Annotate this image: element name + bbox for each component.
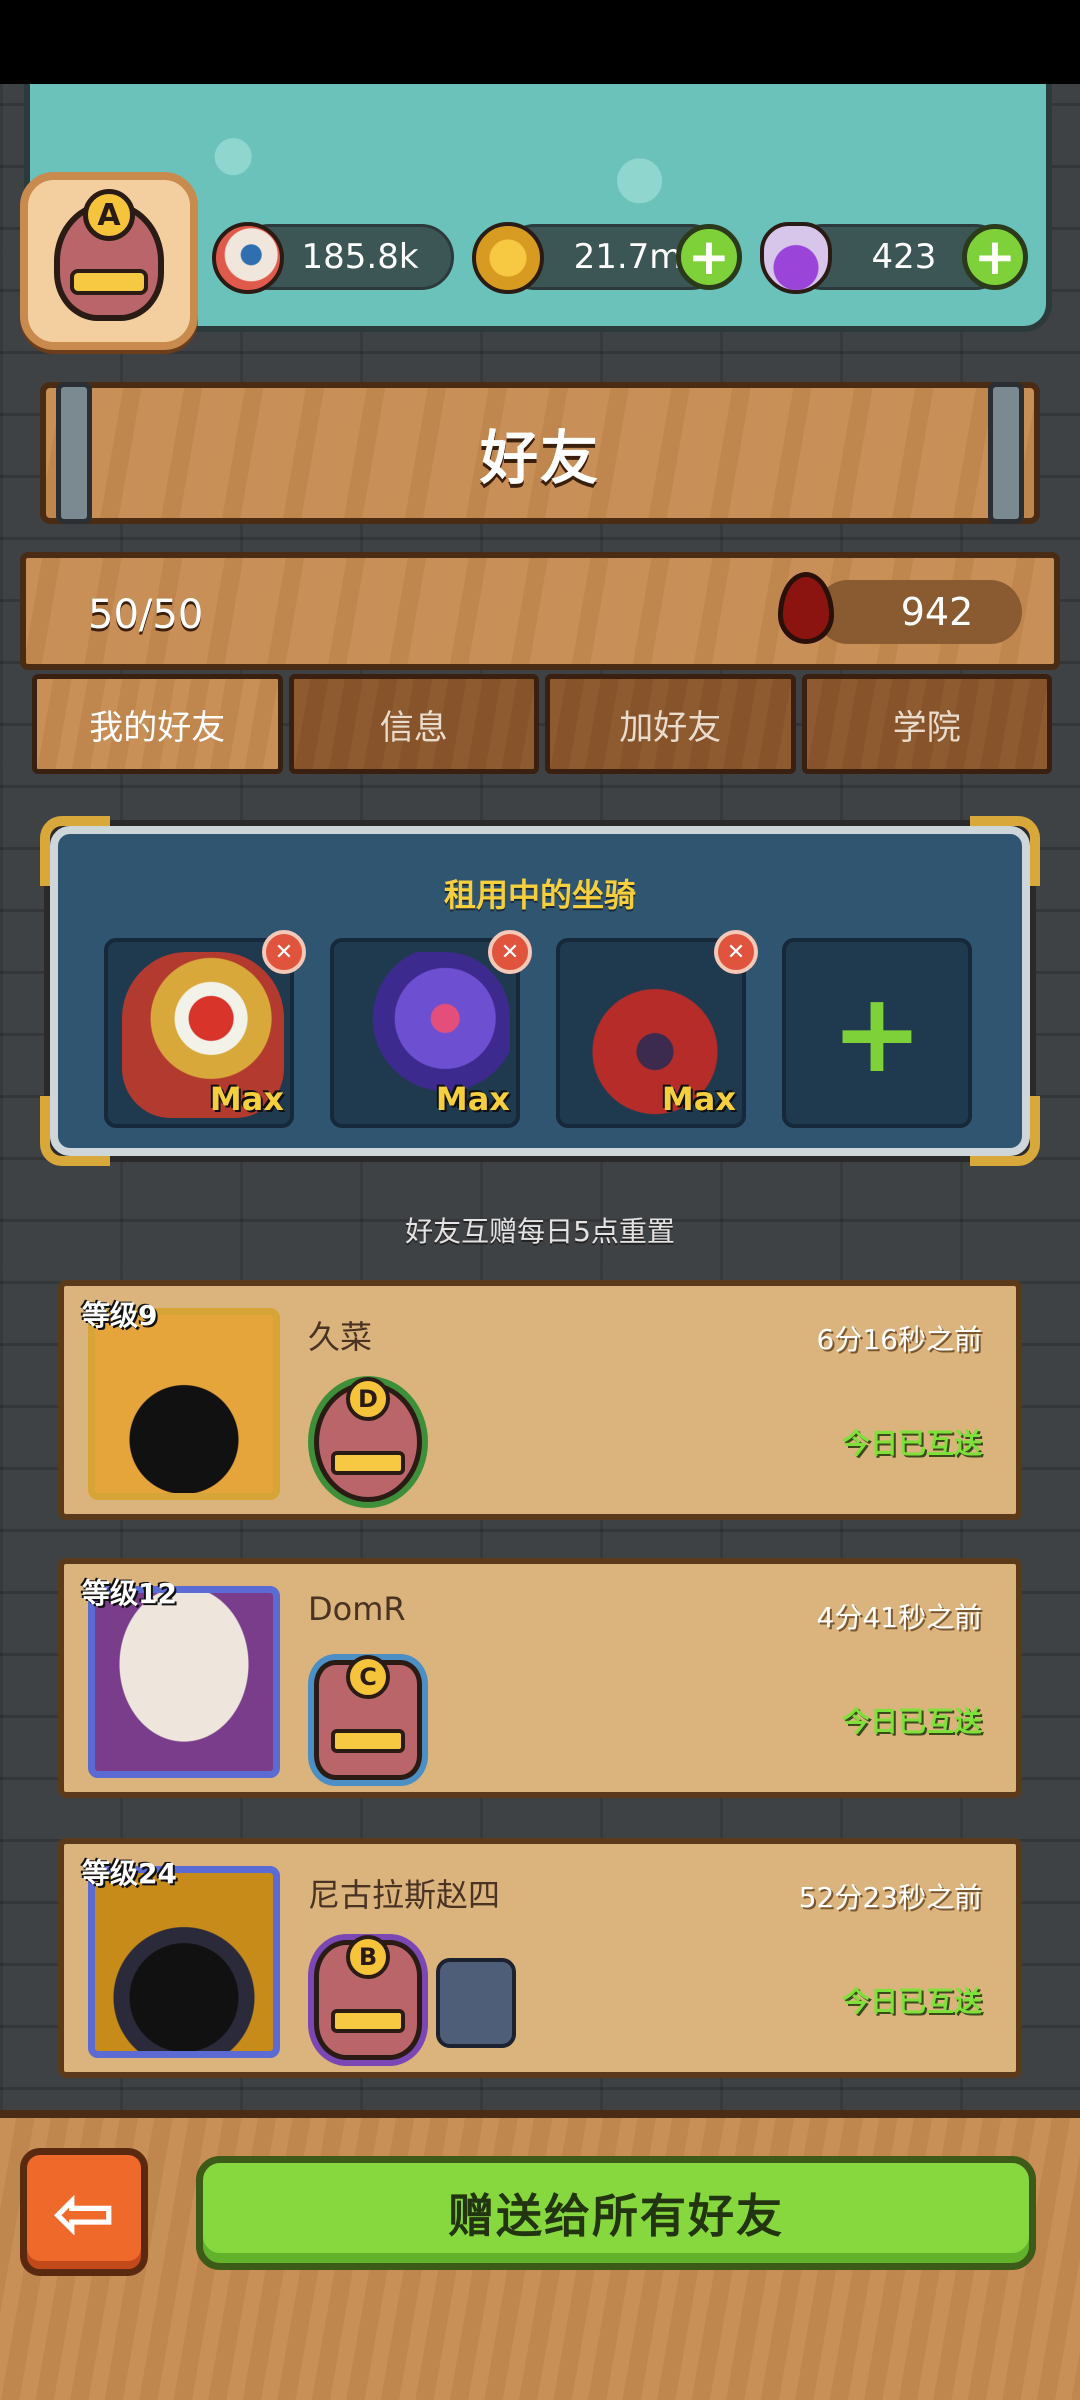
blood-amount: 942	[900, 590, 974, 634]
add-potions-button[interactable]: +	[962, 224, 1028, 290]
friend-avatar[interactable]	[88, 1586, 280, 1778]
gift-status: 今日已互送	[841, 1427, 982, 1460]
tab-messages[interactable]: 信息	[288, 674, 539, 774]
friend-last-seen: 52分23秒之前	[798, 1881, 982, 1914]
player-rank-badge: A	[54, 189, 164, 321]
gift-reset-note: 好友互赠每日5点重置	[405, 1215, 675, 1248]
rented-mounts-panel: 租用中的坐骑 Max ✕ Max ✕ Max ✕ +	[40, 816, 1040, 1166]
eyeball-amount: 185.8k	[301, 237, 419, 277]
potion-icon	[760, 222, 832, 294]
player-rank-letter: A	[83, 189, 135, 241]
remove-mount-button[interactable]: ✕	[488, 930, 532, 974]
friend-card[interactable]: 等级12 DomR 4分41秒之前 今日已互送 C	[58, 1558, 1022, 1798]
gift-status: 今日已互送	[841, 1705, 982, 1738]
corner-decoration	[970, 1096, 1040, 1166]
friend-level: 等级12	[82, 1577, 177, 1610]
friend-rank-letter: C	[346, 1655, 390, 1699]
mount-level: Max	[661, 1080, 736, 1118]
friend-avatar[interactable]	[88, 1866, 280, 2058]
pet-icon	[436, 1958, 516, 2048]
status-bar	[0, 0, 1080, 84]
corner-decoration	[40, 1096, 110, 1166]
tab-add-friend[interactable]: 加好友	[545, 674, 796, 774]
friend-rank-badge: B	[314, 1935, 422, 2060]
friend-rank-letter: B	[346, 1935, 390, 1979]
gift-all-friends-button[interactable]: 赠送给所有好友	[196, 2156, 1036, 2270]
tab-bar: 我的好友 信息 加好友 学院	[32, 674, 1052, 774]
stats-plank: 50/50 942	[20, 552, 1060, 670]
friend-rank-badge: C	[314, 1655, 422, 1780]
friend-name: 尼古拉斯赵四	[308, 1876, 501, 1914]
potion-amount: 423	[871, 237, 937, 277]
friend-level: 等级24	[82, 1857, 177, 1890]
title-plank: 好友	[40, 382, 1040, 524]
friend-name: DomR	[308, 1590, 406, 1628]
friend-avatar[interactable]	[88, 1308, 280, 1500]
friend-rank-badge: D	[314, 1377, 422, 1502]
remove-mount-button[interactable]: ✕	[714, 930, 758, 974]
friend-count: 50/50	[88, 592, 204, 638]
friend-rank-letter: D	[346, 1377, 390, 1421]
friend-last-seen: 6分16秒之前	[816, 1323, 982, 1356]
right-bracket	[988, 382, 1024, 524]
mount-level: Max	[209, 1080, 284, 1118]
coin-amount: 21.7m	[573, 237, 683, 277]
gift-status: 今日已互送	[841, 1985, 982, 2018]
add-coins-button[interactable]: +	[676, 224, 742, 290]
friend-level: 等级9	[82, 1299, 158, 1332]
add-mount-plus-icon: +	[830, 969, 924, 1097]
coin-icon	[472, 222, 544, 294]
tab-academy[interactable]: 学院	[801, 674, 1052, 774]
blood-counter: 942	[816, 580, 1022, 644]
left-bracket	[56, 382, 92, 524]
blood-drop-icon	[778, 572, 834, 644]
mount-slot-2[interactable]: Max ✕	[330, 930, 532, 1128]
back-button[interactable]: ⇦	[20, 2148, 148, 2276]
mount-slot-3[interactable]: Max ✕	[556, 930, 758, 1128]
mount-level: Max	[435, 1080, 510, 1118]
friend-last-seen: 4分41秒之前	[816, 1601, 982, 1634]
page-title: 好友	[479, 424, 600, 492]
friend-card[interactable]: 等级9 久菜 6分16秒之前 今日已互送 D	[58, 1280, 1022, 1520]
friend-name: 久菜	[308, 1318, 373, 1356]
remove-mount-button[interactable]: ✕	[262, 930, 306, 974]
add-mount-slot[interactable]: +	[782, 938, 972, 1128]
tab-my-friends[interactable]: 我的好友	[32, 674, 283, 774]
friend-card[interactable]: 等级24 尼古拉斯赵四 52分23秒之前 今日已互送 B	[58, 1838, 1022, 2078]
player-avatar[interactable]: A	[20, 172, 198, 350]
mounts-title: 租用中的坐骑	[443, 876, 636, 914]
eyeball-icon	[212, 222, 284, 294]
mount-slot-1[interactable]: Max ✕	[104, 930, 306, 1128]
